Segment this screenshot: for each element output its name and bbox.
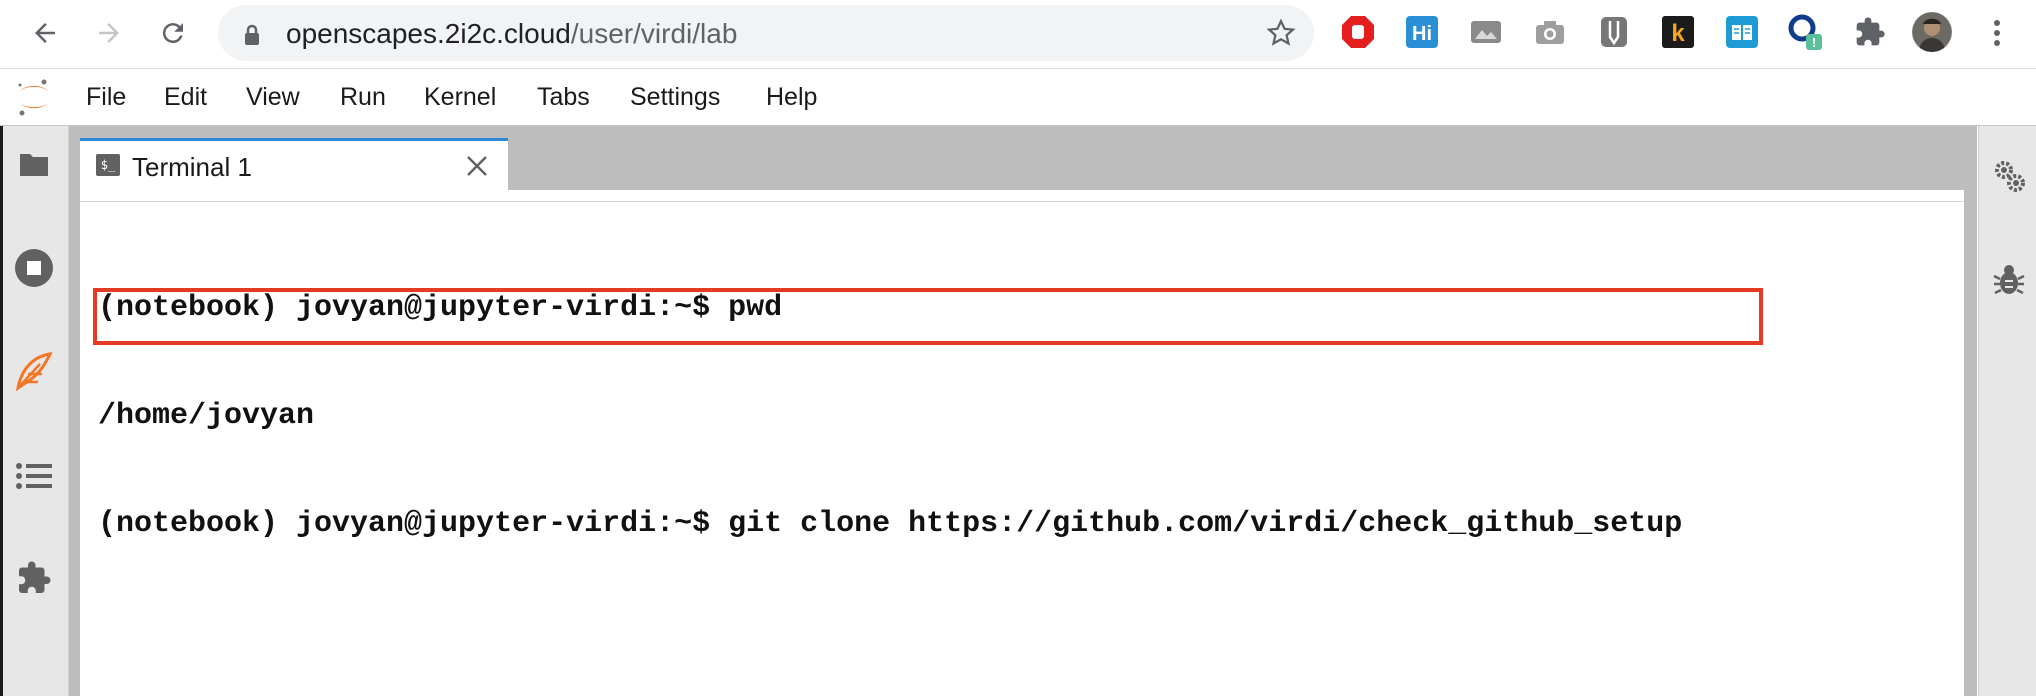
terminal-line: (notebook) jovyan@jupyter-virdi:~$ git c…	[98, 507, 1683, 541]
left-sidebar	[0, 126, 69, 696]
ext-badge: !	[1812, 35, 1816, 50]
extension-manager-tab[interactable]	[12, 556, 56, 600]
menu-run[interactable]: Run	[340, 83, 386, 111]
terminal-output[interactable]: (notebook) jovyan@jupyter-virdi:~$ pwd /…	[98, 218, 1682, 578]
tab-terminal-1[interactable]: $_ Terminal 1	[80, 138, 508, 190]
svg-text:k: k	[1671, 20, 1685, 47]
menu-help[interactable]: Help	[766, 83, 817, 111]
gears-icon	[1995, 161, 2025, 192]
reader-icon[interactable]	[1722, 12, 1762, 52]
clipper-icon[interactable]	[1594, 12, 1634, 52]
url-host: openscapes.2i2c.cloud	[286, 18, 571, 49]
running-sessions-tab[interactable]	[12, 246, 56, 290]
stop-circle-icon	[15, 249, 53, 287]
terminal-line: /home/jovyan	[98, 399, 315, 433]
file-browser-tab[interactable]	[12, 142, 56, 186]
jupyter-logo-icon	[18, 79, 48, 116]
table-of-contents-tab[interactable]	[12, 454, 56, 498]
menu-settings[interactable]: Settings	[630, 83, 720, 111]
property-inspector-tab[interactable]	[1989, 156, 2029, 196]
menu-view[interactable]: View	[246, 83, 300, 111]
reload-icon	[162, 23, 183, 44]
screenshot-extension-icon[interactable]	[1466, 12, 1506, 52]
bug-icon	[1993, 265, 2025, 295]
q-extension-icon[interactable]: !	[1786, 12, 1826, 52]
close-icon	[467, 156, 487, 176]
address-bar[interactable]: openscapes.2i2c.cloud/user/virdi/lab	[218, 5, 1314, 61]
kebab-menu-icon	[1994, 20, 2000, 46]
terminal-icon: $_	[96, 154, 120, 176]
forward-arrow-icon	[99, 23, 119, 43]
menu-kernel[interactable]: Kernel	[424, 83, 496, 111]
camera-icon[interactable]	[1530, 12, 1570, 52]
adblock-icon[interactable]	[1338, 12, 1378, 52]
right-sidebar	[1978, 126, 2036, 696]
url-path: /user/virdi/lab	[570, 18, 738, 49]
puzzle-icon[interactable]	[1850, 12, 1890, 52]
lock-icon	[245, 24, 259, 45]
tab-label: Terminal 1	[132, 152, 252, 182]
highlight-annotation-box	[93, 288, 1763, 345]
svg-text:Hi: Hi	[1412, 23, 1432, 45]
back-arrow-icon	[35, 23, 55, 43]
feather-icon	[15, 352, 53, 392]
url-text: openscapes.2i2c.cloud/user/virdi/lab	[286, 18, 737, 50]
browser-menu-button[interactable]	[1976, 12, 2018, 54]
menu-tabs[interactable]: Tabs	[537, 83, 590, 111]
k-icon[interactable]: k	[1658, 12, 1698, 52]
menu-file[interactable]: File	[86, 83, 126, 111]
puzzle-icon	[19, 561, 51, 593]
jupyterlab-menubar: File Edit View Run Kernel Tabs Settings …	[0, 69, 2036, 126]
reload-button[interactable]	[152, 12, 194, 54]
profile-avatar[interactable]	[1912, 12, 1952, 52]
panel-toolbar-strip	[80, 190, 1964, 202]
list-icon	[16, 463, 52, 489]
folder-icon	[20, 154, 48, 176]
git-extension-tab[interactable]	[12, 350, 56, 394]
bookmark-star-icon[interactable]	[1266, 18, 1296, 48]
forward-button[interactable]	[88, 12, 130, 54]
menu-edit[interactable]: Edit	[164, 83, 207, 111]
window-edge	[0, 126, 3, 696]
tab-close-button[interactable]	[464, 153, 490, 179]
back-button[interactable]	[24, 12, 66, 54]
hi-icon[interactable]: Hi	[1402, 12, 1442, 52]
debugger-tab[interactable]	[1989, 260, 2029, 300]
browser-toolbar: openscapes.2i2c.cloud/user/virdi/lab Hi …	[0, 0, 2036, 69]
